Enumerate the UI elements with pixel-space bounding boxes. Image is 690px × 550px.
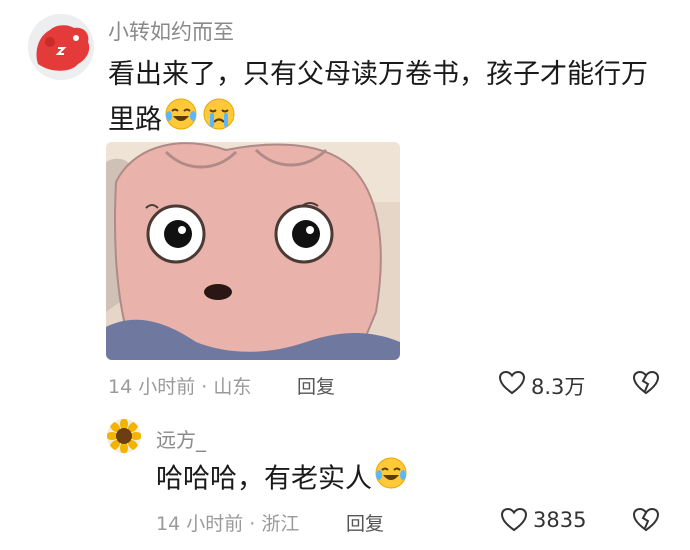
reply-text-content: 哈哈哈，有老实人 — [156, 463, 372, 495]
cartoon-sticker-image[interactable] — [106, 142, 400, 360]
reply-user-avatar[interactable] — [107, 419, 141, 453]
reply-reply-button[interactable]: 回复 — [346, 509, 384, 536]
like-button[interactable] — [498, 369, 526, 401]
reply-like-count: 3835 — [533, 508, 587, 532]
like-count: 8.3万 — [531, 375, 586, 399]
dislike-button[interactable] — [632, 369, 660, 401]
comment-location: 山东 — [213, 376, 252, 398]
reply-time: 14 小时前 — [156, 513, 244, 535]
reply-username[interactable]: 远方_ — [156, 424, 206, 453]
meta-separator: · — [195, 376, 214, 398]
laugh-cry-icon — [164, 97, 198, 145]
heart-icon — [500, 507, 528, 532]
crying-icon — [202, 97, 236, 145]
reply-dislike-button[interactable] — [632, 506, 660, 538]
comment-time: 14 小时前 — [108, 376, 196, 398]
heart-icon — [498, 370, 526, 395]
red-cartoon-avatar-icon — [28, 14, 94, 80]
comment-username[interactable]: 小转如约而至 — [108, 16, 234, 46]
comment-text: 看出来了，只有父母读万卷书，孩子才能行万里路 — [108, 53, 668, 145]
comment-meta: 14 小时前 · 山东 — [108, 372, 251, 399]
broken-heart-icon — [632, 507, 660, 532]
laugh-cry-icon — [374, 456, 408, 504]
reply-like-button[interactable] — [500, 506, 528, 538]
reply-button[interactable]: 回复 — [297, 372, 335, 399]
reply-meta: 14 小时前 · 浙江 — [156, 509, 299, 536]
meta-separator: · — [243, 513, 262, 535]
reply-text: 哈哈哈，有老实人 — [156, 456, 408, 504]
sunflower-avatar-icon — [107, 419, 141, 453]
cartoon-sheep-face-icon — [106, 142, 400, 360]
reply-location: 浙江 — [261, 513, 300, 535]
broken-heart-icon — [632, 370, 660, 395]
user-avatar[interactable] — [28, 14, 94, 80]
